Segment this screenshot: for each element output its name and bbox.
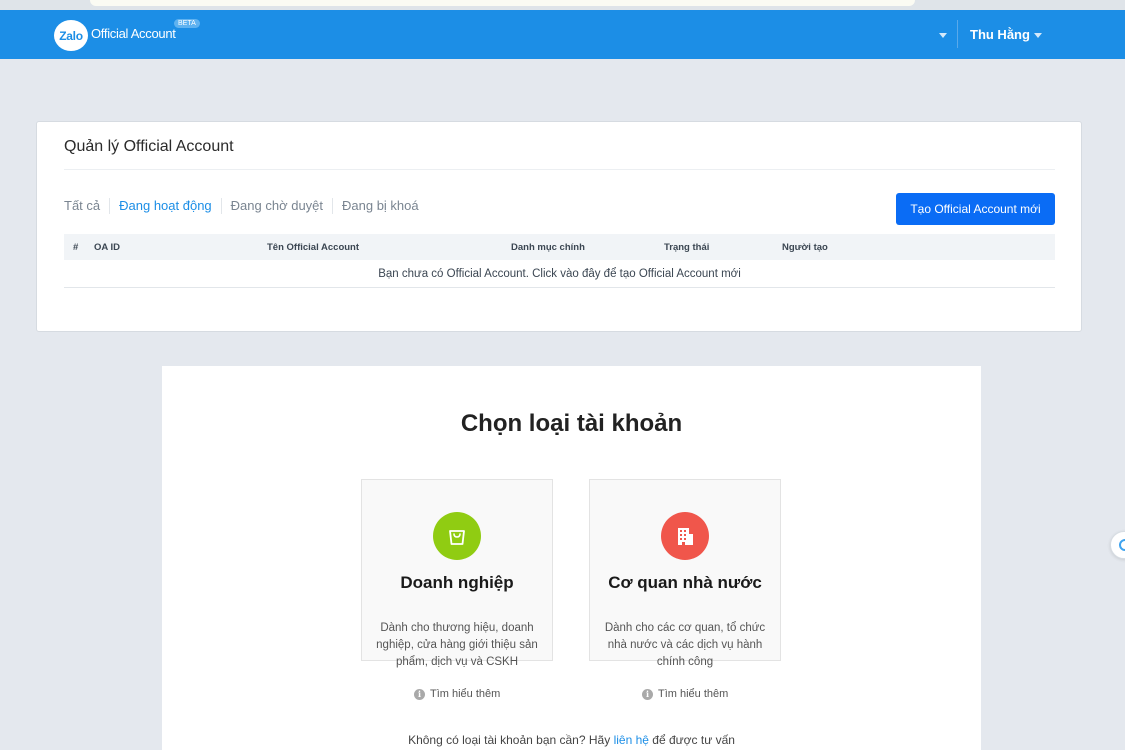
account-type-business-card[interactable]: Doanh nghiệp Dành cho thương hiệu, doanh… [361, 479, 553, 668]
shopping-bag-icon [433, 512, 481, 560]
account-type-title: Chọn loại tài khoản [460, 410, 683, 437]
info-icon: i [642, 688, 653, 700]
learn-more-label: Tìm hiểu thêm [658, 688, 729, 700]
column-header-creator[interactable]: Người tạo [782, 242, 828, 253]
floating-support-button[interactable] [1110, 531, 1125, 559]
column-header-category[interactable]: Danh mục chính [511, 242, 585, 253]
create-oa-button[interactable]: Tạo Official Account mới [896, 193, 1055, 225]
account-type-description: Dành cho các cơ quan, tổ chức nhà nước v… [604, 622, 766, 668]
browser-address-bar[interactable] [90, 0, 915, 6]
logo-text[interactable]: Official Account [91, 26, 176, 41]
oa-management-card: Quản lý Official Account Tất cả Đang hoạ… [36, 121, 1082, 332]
status-filter-tabs: Tất cả Đang hoạt động Đang chờ duyệt Đan… [64, 198, 437, 214]
tab-locked[interactable]: Đang bị khoá [342, 198, 428, 214]
tab-active[interactable]: Đang hoạt động [119, 198, 222, 214]
contact-note-prefix: Không có loại tài khoản bạn cần? Hãy [408, 733, 611, 747]
column-header-status[interactable]: Trạng thái [664, 242, 709, 253]
top-navigation-bar: Zalo Official Account BETA Thu Hằng [0, 10, 1125, 59]
learn-more-business-link[interactable]: i Tìm hiểu thêm [414, 688, 500, 700]
user-menu-name[interactable]: Thu Hằng [970, 27, 1030, 42]
column-header-oa-id[interactable]: OA ID [94, 242, 120, 253]
zalo-logo-icon[interactable]: Zalo [54, 20, 88, 51]
table-header: # OA ID Tên Official Account Danh mục ch… [64, 234, 1055, 260]
tab-pending[interactable]: Đang chờ duyệt [231, 198, 334, 214]
column-header-oa-name[interactable]: Tên Official Account [267, 242, 359, 253]
support-icon [1119, 539, 1125, 551]
contact-link[interactable]: liên hệ [614, 733, 649, 747]
learn-more-government-link[interactable]: i Tìm hiểu thêm [642, 688, 728, 700]
title-divider [64, 169, 1055, 170]
learn-more-label: Tìm hiểu thêm [430, 688, 501, 700]
chevron-down-icon[interactable] [939, 33, 947, 38]
account-type-government-card[interactable]: Cơ quan nhà nước Dành cho các cơ quan, t… [589, 479, 781, 668]
user-menu-chevron-down-icon[interactable] [1034, 33, 1042, 38]
account-type-panel: Chọn loại tài khoản Doanh nghiệp Dành ch… [162, 366, 981, 750]
page-title: Quản lý Official Account [64, 138, 234, 155]
table-empty-message[interactable]: Bạn chưa có Official Account. Click vào … [64, 260, 1055, 288]
contact-note-suffix: để được tư vấn [652, 733, 735, 747]
info-icon: i [414, 688, 425, 700]
tab-all[interactable]: Tất cả [64, 198, 111, 214]
header-divider [957, 20, 958, 48]
browser-chrome-strip [0, 0, 1125, 10]
beta-badge: BETA [174, 19, 200, 28]
column-header-index[interactable]: # [73, 242, 78, 253]
account-type-description: Dành cho thương hiệu, doanh nghiệp, cửa … [376, 622, 538, 668]
contact-note: Không có loại tài khoản bạn cần? Hãy liê… [162, 733, 981, 747]
account-type-name: Cơ quan nhà nước [608, 573, 762, 592]
account-type-name: Doanh nghiệp [400, 573, 514, 592]
building-icon [661, 512, 709, 560]
